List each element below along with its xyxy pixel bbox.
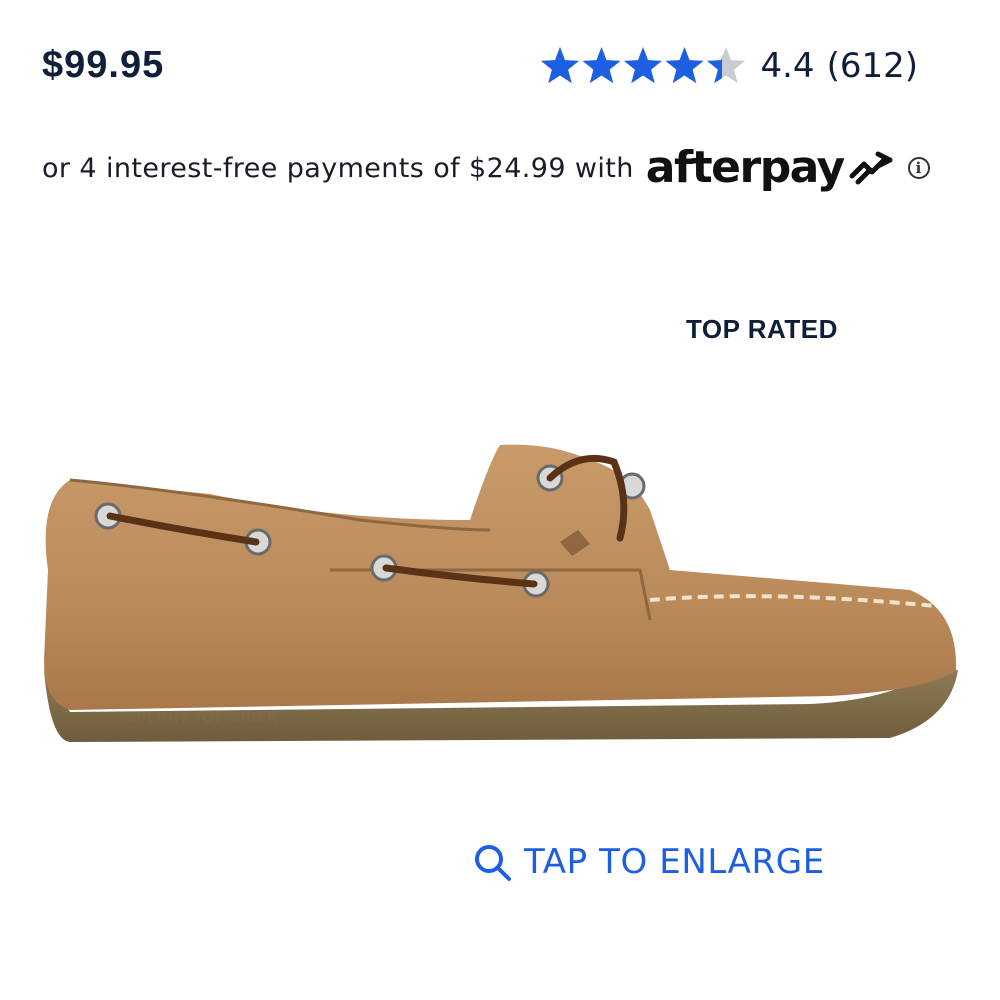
rating-text: 4.4 (612) (760, 46, 918, 86)
star-1 (541, 47, 580, 84)
star-2 (582, 47, 622, 84)
rating-summary[interactable]: 4.4 (612) (540, 44, 918, 88)
top-rated-badge: TOP RATED (686, 314, 838, 344)
installment-text: or 4 interest-free payments of $24.99 wi… (42, 152, 634, 184)
installment-info: or 4 interest-free payments of $24.99 wi… (42, 142, 930, 194)
product-image[interactable]: SPERRY TOP-SIDER (30, 420, 970, 780)
info-icon[interactable]: i (907, 157, 930, 179)
rating-value: 4.4 (760, 46, 815, 86)
search-icon (475, 845, 511, 881)
sole-branding: SPERRY TOP-SIDER (126, 709, 279, 725)
afterpay-logo: afterpay (646, 146, 894, 190)
enlarge-label: TAP TO ENLARGE (524, 842, 825, 882)
star-3 (624, 47, 663, 84)
star-4 (665, 47, 705, 84)
afterpay-arrows-icon (849, 151, 893, 185)
review-count[interactable]: (612) (827, 46, 918, 86)
afterpay-wordmark: afterpay (645, 142, 845, 193)
star-rating (540, 44, 746, 88)
product-price: $99.95 (42, 44, 165, 86)
shoe-upper (44, 444, 957, 710)
tap-to-enlarge-button[interactable]: TAP TO ENLARGE (472, 842, 825, 882)
